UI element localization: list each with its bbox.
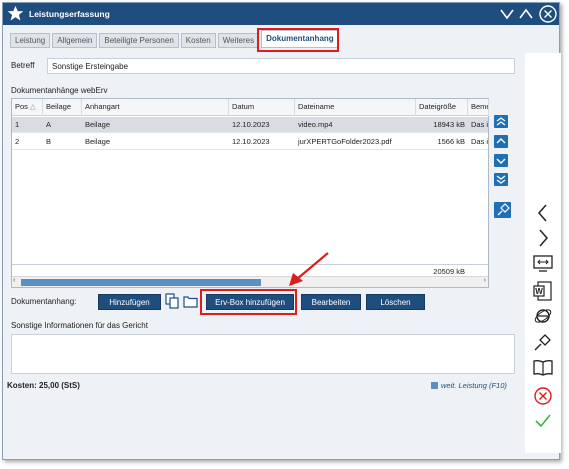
cell-datum: 12.10.2023 [232,137,270,146]
kosten-text: Kosten: 25,00 (StS) [7,381,80,390]
cell-dateigroesse: 18943 kB [433,120,465,129]
tab-beteiligte-personen[interactable]: Beteiligte Personen [99,33,179,48]
table-row[interactable]: 1 A Beilage 12.10.2023 video.mp4 18943 k… [12,117,488,133]
book-icon[interactable] [533,358,553,378]
betreff-label: Betreff [11,61,35,70]
table-header: Pos △ Beilage Anhangart Datum Dateiname … [12,99,489,116]
tab-kosten[interactable]: Kosten [180,33,216,48]
weitere-leistung-link[interactable]: weit. Leistung (F10) [431,381,507,390]
window-title: Leistungserfassung [29,9,110,19]
word-icon[interactable]: W [533,281,553,301]
chevron-up-icon [496,138,506,144]
scroll-left-icon[interactable]: ‹ [13,277,15,284]
monitor-icon[interactable] [533,254,553,274]
cell-pos: 1 [15,120,20,129]
cell-bemerkung: Das i [471,120,489,129]
right-toolbar: W [525,53,561,453]
add-button[interactable]: Hinzufügen [98,294,161,310]
attachments-section-label: Dokumentanhänge webErv [11,86,108,95]
chevron-down-icon [496,158,506,164]
folder-icon[interactable] [183,293,198,309]
betreff-input[interactable]: Sonstige Ersteingabe [47,58,515,74]
actions-label: Dokumentanhang: [11,297,77,306]
attach-button[interactable] [494,202,511,218]
pin-icon [497,203,510,216]
cell-datum: 12.10.2023 [232,120,270,129]
weitere-leistung-label: weit. Leistung (F10) [441,381,507,390]
table-row[interactable]: 2 B Beilage 12.10.2023 jurXPERTGoFolder2… [12,134,488,150]
delete-button[interactable]: Löschen [366,294,425,310]
move-to-top-button[interactable] [494,115,508,128]
move-down-button[interactable] [494,154,508,167]
col-pos-label: Pos [15,102,28,111]
cell-bemerkung: Das i [471,137,489,146]
cell-beilage: A [46,120,52,129]
double-chevron-down-icon [496,175,506,184]
tab-allgemein[interactable]: Allgemein [52,33,98,48]
cell-dateiname: jurXPERTGoFolder2023.pdf [298,137,392,146]
cell-dateiname: video.mp4 [298,120,333,129]
title-bar: Leistungserfassung [3,3,559,25]
svg-text:W: W [535,287,543,296]
chevron-left-icon[interactable] [533,203,553,223]
scroll-right-icon[interactable]: › [484,277,486,284]
cell-beilage: B [46,137,52,146]
internet-explorer-icon[interactable] [533,306,553,326]
star-icon [7,5,24,21]
horizontal-scrollbar[interactable]: ‹ › [12,276,488,287]
leistungserfassung-window: Leistungserfassung Leistung Allgemein Be… [2,2,561,460]
sonstige-label: Sonstige Informationen für das Gericht [11,321,148,330]
sort-asc-icon: △ [30,102,36,111]
scrollbar-thumb[interactable] [21,279,261,286]
double-chevron-up-icon [496,117,506,126]
col-beilage[interactable]: Beilage [43,99,82,116]
col-datum[interactable]: Datum [229,99,295,116]
tab-highlight-frame [257,28,339,52]
col-dateiname[interactable]: Dateiname [295,99,416,116]
erv-button-highlight-frame [200,289,297,315]
checkmark-icon[interactable] [533,411,553,431]
weitere-leistung-marker [431,382,438,389]
col-anhangart[interactable]: Anhangart [82,99,229,116]
cell-dateigroesse: 1566 kB [437,137,465,146]
cancel-icon[interactable] [533,386,553,406]
cell-anhangart: Beilage [85,137,111,146]
move-up-button[interactable] [494,135,508,148]
col-dateigroesse[interactable]: Dateigröße [416,99,468,116]
cell-anhangart: Beilage [85,120,111,129]
tab-leistung[interactable]: Leistung [10,33,51,48]
chevron-right-icon[interactable] [533,228,553,248]
copy-icon[interactable] [165,293,179,309]
red-arrow-annotation [289,252,329,286]
sonstige-textarea[interactable] [11,334,515,374]
close-icon[interactable] [539,5,557,23]
chevron-up-icon[interactable] [518,6,534,22]
pin-icon[interactable] [533,332,553,352]
chevron-down-icon[interactable] [499,6,515,22]
tab-weiteres[interactable]: Weiteres [217,33,260,48]
edit-button[interactable]: Bearbeiten [301,294,361,310]
move-to-bottom-button[interactable] [494,173,508,186]
cell-pos: 2 [15,137,20,146]
col-bemerkung[interactable]: Beme [468,99,489,116]
attachments-table: Pos △ Beilage Anhangart Datum Dateiname … [11,98,489,288]
col-pos[interactable]: Pos △ [12,99,43,116]
